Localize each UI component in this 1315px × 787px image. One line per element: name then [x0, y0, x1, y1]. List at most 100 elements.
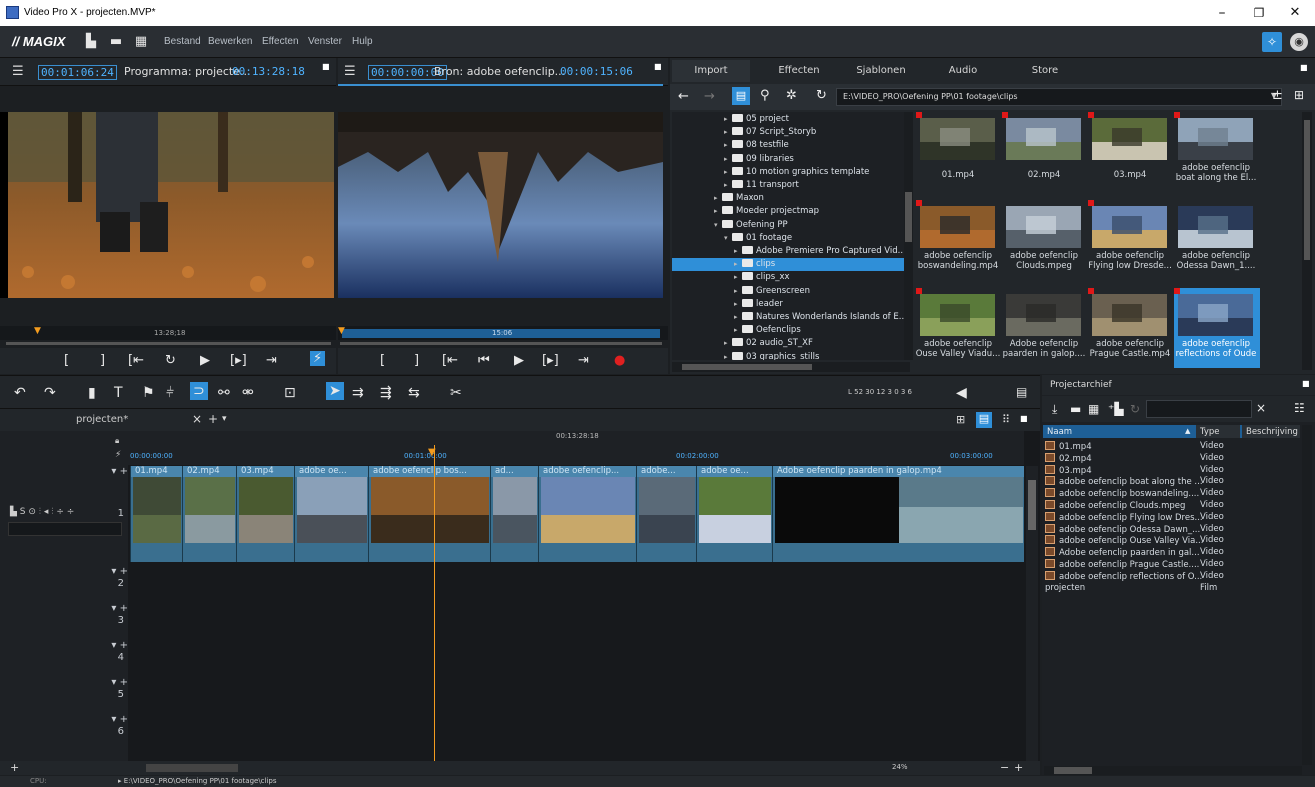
path-field[interactable]: E:\VIDEO_PRO\Oefening PP\01 footage\clip… — [836, 88, 1282, 106]
expand-icon[interactable]: ▸ — [724, 337, 732, 350]
media-thumbnail[interactable] — [1092, 118, 1167, 160]
archive-refresh-icon[interactable]: ↻ — [1130, 402, 1140, 416]
tree-folder[interactable]: ▸ 09 libraries — [672, 153, 794, 166]
timeline-clip[interactable]: 02.mp4 — [182, 466, 236, 562]
playhead-marker[interactable]: ▼ — [34, 326, 41, 336]
media-scrollbar[interactable] — [1302, 112, 1312, 370]
zoom-out-icon[interactable]: − — [1000, 761, 1009, 774]
timeline-ruler[interactable]: 00:13:28:18 00:00:00:00 00:01:00:00 00:0… — [128, 431, 1024, 465]
redo-icon[interactable]: ↷ — [44, 385, 56, 401]
archive-hscroll[interactable] — [1044, 766, 1302, 775]
timeline-clip[interactable]: adobe oefenclip... — [538, 466, 636, 562]
expand-icon[interactable]: ▸ — [724, 153, 732, 166]
lock-icon[interactable]: 🔒︎ — [115, 436, 119, 446]
grid-view-icon[interactable]: ⊞ — [1294, 88, 1304, 102]
undo-icon[interactable]: ↶ — [14, 385, 26, 401]
gear-icon[interactable]: ✲ — [786, 88, 797, 103]
tab-dropdown-icon[interactable]: ▾ — [222, 414, 227, 424]
archive-row[interactable]: adobe oefenclip reflections of O... Video — [1045, 570, 1303, 582]
razor-icon[interactable]: ✂ — [450, 385, 462, 401]
close-tab-icon[interactable]: × — [192, 412, 202, 426]
expand-icon[interactable]: ▸ — [734, 285, 742, 298]
archive-list-view-icon[interactable]: ☷ — [1294, 401, 1305, 415]
tree-folder[interactable]: ▸ Oefenclips — [672, 324, 801, 337]
media-thumbnail[interactable] — [1092, 206, 1167, 248]
timeline-vscroll[interactable] — [1026, 466, 1038, 762]
mixer-icon[interactable]: ▤ — [1016, 385, 1027, 399]
tree-folder[interactable]: ▸ Natures Wonderlands Islands of E... — [672, 311, 904, 324]
expand-icon[interactable]: ▸ — [714, 205, 722, 218]
tree-folder[interactable]: ▾ 01 footage — [672, 232, 792, 245]
tree-folder[interactable]: ▸ clips — [672, 258, 904, 272]
menu-hulp[interactable]: Hulp — [352, 36, 373, 47]
tab-effecten[interactable]: Effecten — [760, 60, 838, 82]
tab-audio[interactable]: Audio — [924, 60, 1002, 82]
menu-venster[interactable]: Venster — [308, 36, 342, 47]
col-type-cell[interactable]: Type — [1196, 425, 1240, 438]
tree-folder[interactable]: ▸ 05 project — [672, 113, 789, 126]
tree-folder[interactable]: ▾ Oefening PP — [672, 219, 788, 232]
tree-folder[interactable]: ▸ leader — [672, 298, 783, 311]
text-icon[interactable]: T — [114, 385, 123, 401]
source-prev-frame-button[interactable]: ⏮ — [478, 353, 490, 368]
expand-icon[interactable]: ▸ — [724, 139, 732, 152]
media-thumbnail[interactable] — [920, 294, 995, 336]
clear-search-icon[interactable]: × — [1256, 401, 1266, 415]
program-timecode[interactable]: 00:01:06:24 — [38, 65, 117, 80]
timeline-clip[interactable]: adobe oe... — [294, 466, 368, 562]
mark-out-button[interactable]: ] — [100, 353, 105, 368]
media-undock-icon[interactable]: ■ — [1300, 63, 1308, 72]
pointer-icon[interactable]: ➤ — [326, 382, 344, 400]
track-name-field[interactable] — [8, 522, 122, 536]
mark-in-button[interactable]: [ — [64, 353, 69, 368]
source-playhead[interactable]: ▼ — [338, 326, 345, 336]
expand-icon[interactable]: ▸ — [724, 126, 732, 139]
play-in-out-button[interactable]: [▸] — [230, 353, 247, 368]
media-thumbnail[interactable] — [920, 118, 995, 160]
delete-icon[interactable]: ▮ — [88, 385, 96, 401]
folder-view-icon[interactable]: ▤ — [732, 87, 750, 105]
media-thumbnail[interactable] — [1092, 294, 1167, 336]
timeline-clip[interactable]: adobe oefenclip bos... — [368, 466, 490, 562]
zoom-level[interactable]: 24% — [892, 763, 908, 771]
timeline-clip[interactable]: ad... — [490, 466, 538, 562]
program-ruler[interactable]: ▼ 13:28;18 — [0, 326, 336, 340]
magnet-icon[interactable]: ⊃ — [190, 382, 208, 400]
timeline-playhead-marker[interactable]: ▼ — [428, 447, 436, 458]
track-expand-icon[interactable]: ▾ + — [100, 603, 128, 614]
menu-bewerken[interactable]: Bewerken — [208, 36, 252, 47]
archive-row[interactable]: adobe oefenclip Clouds.mpeg Video — [1045, 500, 1303, 511]
archive-row[interactable]: adobe oefenclip Ouse Valley Via... Video — [1045, 535, 1303, 546]
tree-folder[interactable]: ▸ Greenscreen — [672, 285, 810, 298]
marker-icon[interactable]: ⚑ — [142, 385, 155, 401]
tree-folder[interactable]: ▸ 02 audio_ST_XF — [672, 337, 813, 350]
track-expand-icon[interactable]: ▾ + — [100, 466, 128, 477]
expand-icon[interactable]: ▸ — [734, 324, 742, 337]
add-tab-icon[interactable]: + — [208, 412, 218, 426]
media-thumbnail[interactable] — [1006, 206, 1081, 248]
expand-icon[interactable]: ▸ — [734, 258, 742, 271]
open-folder-icon[interactable]: ▬ — [109, 34, 123, 50]
go-to-out-button[interactable]: ⇥ — [266, 353, 277, 368]
search-icon[interactable]: ⚲ — [760, 88, 770, 103]
storyboard-icon[interactable]: ⠿ — [1002, 413, 1010, 426]
expand-icon[interactable]: ▸ — [734, 298, 742, 311]
go-to-in-button[interactable]: [⇤ — [128, 353, 144, 368]
source-scrub[interactable] — [340, 342, 662, 345]
magic-wand-icon[interactable]: ✧ — [1262, 32, 1282, 52]
source-menu-icon[interactable]: ☰ — [344, 64, 356, 79]
source-go-to-out-button[interactable]: ⇥ — [578, 353, 589, 368]
track-expand-icon[interactable]: ▾ + — [100, 566, 128, 577]
tree-folder[interactable]: ▸ 07 Script_Storyb — [672, 126, 816, 139]
archive-row[interactable]: Adobe oefenclip paarden in gal... Video — [1045, 547, 1303, 558]
archive-folder-icon[interactable]: ▬ — [1070, 402, 1081, 416]
tree-folder[interactable]: ▸ clips_xx — [672, 271, 790, 284]
new-file-icon[interactable]: ▙ — [84, 34, 98, 50]
tab-projecten[interactable]: projecten* — [76, 414, 128, 425]
playhead-line[interactable] — [434, 445, 435, 761]
archive-undock-icon[interactable]: ■ — [1302, 379, 1310, 388]
archive-save-icon[interactable]: ▦ — [1088, 402, 1099, 416]
tab-import[interactable]: Import — [672, 60, 750, 82]
archive-row[interactable]: 03.mp4 Video — [1045, 464, 1303, 476]
back-arrow-icon[interactable]: ← — [678, 89, 689, 104]
